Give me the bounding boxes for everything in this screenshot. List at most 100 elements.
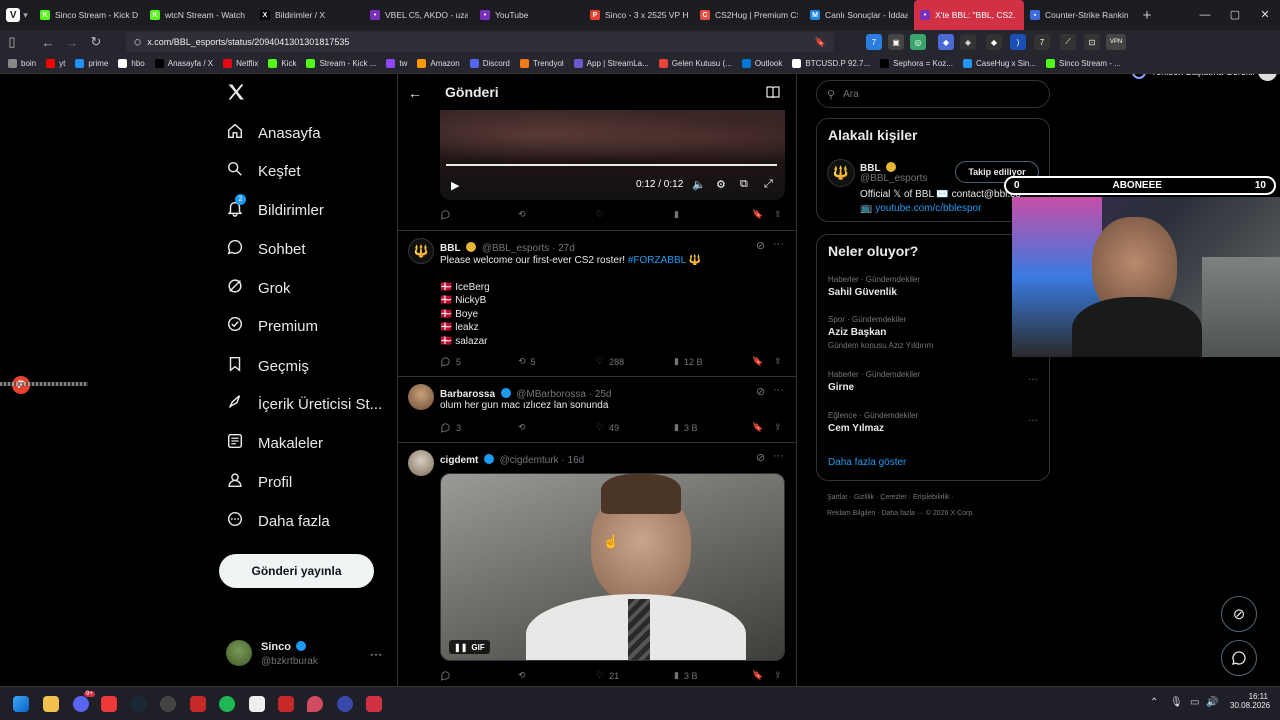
steam-icon[interactable]: [131, 696, 147, 712]
extension-icon[interactable]: ◎: [910, 34, 926, 50]
bookmark-item[interactable]: Outlook: [741, 59, 782, 68]
bookmark-item[interactable]: Sephora = Koz...: [880, 59, 953, 68]
grok-icon[interactable]: ⊘: [756, 451, 765, 464]
tray-chevron-icon[interactable]: ⌃: [1150, 697, 1158, 708]
like-button[interactable]: ♡ 21: [596, 670, 619, 681]
bookmark-page-icon[interactable]: 🔖: [815, 37, 826, 48]
bookmark-icon[interactable]: 🔖: [752, 670, 763, 681]
play-icon[interactable]: ▶: [451, 179, 459, 192]
tweet-author-name[interactable]: cigdemt: [440, 455, 478, 466]
repost-button[interactable]: ⟲ 5: [518, 356, 536, 367]
extension-icon[interactable]: ): [1010, 34, 1026, 50]
reload-icon[interactable]: ↻: [84, 34, 108, 50]
reply-button[interactable]: [440, 670, 451, 681]
nav-item-9[interactable]: Makaleler: [226, 427, 323, 459]
share-icon[interactable]: ⇪: [774, 356, 782, 367]
browser-tab[interactable]: • X'te BBL: "BBL, CS2. Fore: [914, 0, 1024, 30]
grok-icon[interactable]: ⊘: [756, 239, 765, 252]
close-icon[interactable]: ✕: [1250, 0, 1280, 30]
like-icon[interactable]: ♡: [596, 209, 604, 220]
bookmark-item[interactable]: hbo: [118, 59, 145, 68]
vpn-icon[interactable]: VPN: [1106, 34, 1126, 50]
volume-icon[interactable]: 🔈: [692, 178, 706, 191]
share-icon[interactable]: ⇪: [774, 422, 782, 433]
share-icon[interactable]: ⇪: [774, 209, 782, 220]
forward-icon[interactable]: →: [60, 35, 84, 50]
browser-menu-button[interactable]: V ▾: [0, 0, 34, 30]
browser-tab[interactable]: C CS2Hug | Premium CS2: [694, 0, 804, 30]
bookmark-item[interactable]: Netflix: [223, 59, 258, 68]
cigdemt-avatar[interactable]: [408, 450, 434, 476]
grok-float-button[interactable]: ⊘: [1221, 596, 1257, 632]
bookmark-icon[interactable]: 🔖: [752, 422, 763, 433]
nav-item-2[interactable]: Keşfet: [226, 155, 301, 187]
nav-item-6[interactable]: Premium: [226, 310, 318, 342]
bookmark-item[interactable]: Anasayfa / X: [154, 59, 213, 68]
extension-icon[interactable]: ▣: [888, 34, 904, 50]
back-arrow-icon[interactable]: ←: [408, 85, 422, 101]
footer-links[interactable]: Şartlar · Gizlilik · Çerezler · Erişileb…: [827, 494, 954, 501]
browser-tab[interactable]: K Sinco Stream - Kick Das: [34, 0, 144, 30]
vivaldi-icon[interactable]: [101, 696, 117, 712]
maximize-icon[interactable]: ▢: [1220, 0, 1250, 30]
related-link[interactable]: 📺 youtube.com/c/bblespor: [860, 203, 981, 214]
related-name[interactable]: BBL: [860, 159, 898, 174]
tweet-author-name[interactable]: BBL: [440, 243, 461, 254]
bookmark-item[interactable]: App | StreamLa...: [573, 59, 649, 68]
bookmark-item[interactable]: BTCUSD.P 92.7...: [792, 59, 870, 68]
new-tab-button[interactable]: +: [1134, 7, 1160, 24]
bookmark-item[interactable]: Amazon: [417, 59, 460, 68]
gif-badge[interactable]: ❚❚ GIF: [449, 640, 490, 654]
account-avatar[interactable]: [226, 640, 252, 666]
extension-icon[interactable]: 7: [1034, 34, 1050, 50]
bookmark-icon[interactable]: 🔖: [752, 209, 763, 220]
account-name[interactable]: Sinco: [261, 641, 308, 653]
messages-float-button[interactable]: [1221, 640, 1257, 676]
tweet-author-name[interactable]: Barbarossa: [440, 389, 495, 400]
trend-item[interactable]: Eğlence · Gündemdekiler Cem Yılmaz ···: [828, 411, 1038, 434]
extension-icon[interactable]: ⊡: [1084, 34, 1100, 50]
app-icon[interactable]: [337, 696, 353, 712]
reader-mode-icon[interactable]: [766, 86, 780, 101]
browser-tab[interactable]: X Bildirimler / X: [254, 0, 364, 30]
bookmark-item[interactable]: yt: [46, 59, 65, 68]
show-more-link[interactable]: Daha fazla göster: [828, 457, 906, 468]
bookmark-item[interactable]: CaseHug x Sin...: [962, 59, 1036, 68]
like-button[interactable]: ♡ 288: [596, 356, 624, 367]
extension-icon[interactable]: ⟋: [1060, 34, 1076, 50]
bookmark-item[interactable]: tw: [386, 59, 407, 68]
nav-item-4[interactable]: Sohbet: [226, 233, 306, 265]
footer-links[interactable]: Reklam Bilgileri · Daha fazla ··· © 2026…: [827, 510, 974, 517]
nav-item-1[interactable]: Anasayfa: [226, 117, 321, 149]
spotify-icon[interactable]: [219, 696, 235, 712]
reply-icon[interactable]: [440, 209, 451, 220]
grok-icon[interactable]: ⊘: [756, 385, 765, 398]
more-icon[interactable]: ···: [773, 238, 784, 250]
more-icon[interactable]: ···: [1028, 374, 1038, 385]
picture-in-picture-icon[interactable]: ⧉: [740, 178, 748, 191]
gif-media[interactable]: ❚❚ GIF: [440, 473, 785, 661]
bbl-avatar[interactable]: 🔱: [408, 238, 434, 264]
panel-toggle-icon[interactable]: ▯: [0, 34, 24, 50]
browser-tab[interactable]: KwtcN Stream - Watch Liv: [144, 0, 254, 30]
repost-icon[interactable]: ⟲: [518, 209, 526, 220]
browser-tab[interactable]: • YouTube: [474, 0, 584, 30]
site-info-icon[interactable]: ⛭: [134, 37, 141, 48]
app-icon[interactable]: [249, 696, 265, 712]
bookmark-item[interactable]: Gelen Kutusu (...: [658, 59, 732, 68]
views-button[interactable]: ▮ 3 B: [674, 422, 697, 433]
trend-item[interactable]: Haberler · Gündemdekiler Girne ···: [828, 370, 1038, 393]
windows-start-icon[interactable]: [13, 696, 29, 712]
app-icon[interactable]: [160, 696, 176, 712]
bookmark-item[interactable]: prime: [75, 59, 108, 68]
app-icon[interactable]: [278, 696, 294, 712]
nav-item-8[interactable]: İçerik Üreticisi St...: [226, 388, 382, 420]
views-button[interactable]: ▮ 3 B: [674, 670, 697, 681]
browser-tab[interactable]: ▪ Counter-Strike Ranking |: [1024, 0, 1134, 30]
extension-icon[interactable]: ◆: [986, 34, 1002, 50]
trend-item[interactable]: Haberler · Gündemdekiler Sahil Güvenlik: [828, 275, 1038, 298]
bookmark-item[interactable]: Kick: [268, 59, 296, 68]
minimize-icon[interactable]: —: [1190, 0, 1220, 30]
file-explorer-icon[interactable]: [43, 696, 59, 712]
video-progress-track[interactable]: [446, 164, 777, 166]
